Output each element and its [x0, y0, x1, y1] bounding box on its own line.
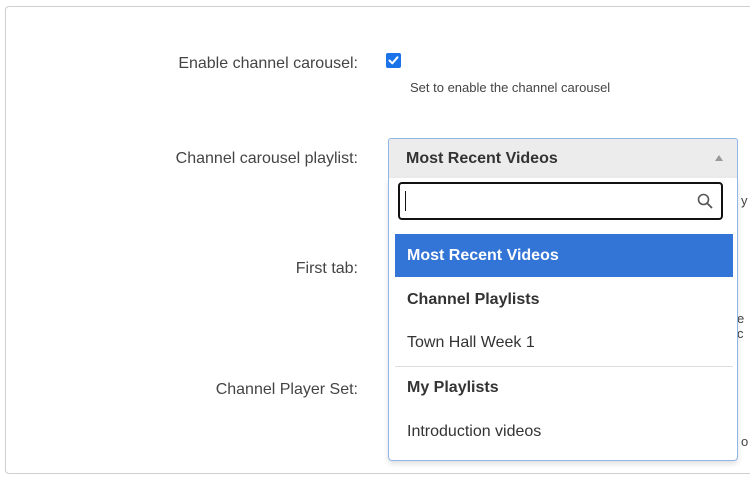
- first-tab-label: First tab:: [295, 260, 358, 277]
- obscured-hint-text: y: [741, 193, 748, 208]
- player-set-label: Channel Player Set:: [215, 381, 358, 398]
- enable-carousel-checkbox[interactable]: [386, 53, 401, 68]
- carousel-playlist-label: Channel carousel playlist:: [175, 150, 358, 167]
- carousel-playlist-select[interactable]: Most Recent Videos: [388, 138, 738, 178]
- dropdown-search-input[interactable]: [406, 190, 690, 214]
- obscured-hint-text: o: [741, 434, 749, 449]
- group-my-playlists: My Playlists: [407, 379, 499, 396]
- check-icon: [388, 56, 399, 65]
- option-most-recent-videos[interactable]: Most Recent Videos: [395, 234, 733, 277]
- option-introduction-videos[interactable]: Introduction videos: [395, 410, 733, 453]
- group-channel-playlists: Channel Playlists: [407, 291, 540, 308]
- option-town-hall-week-1[interactable]: Town Hall Week 1: [395, 321, 733, 364]
- obscured-hint-text: e c: [737, 311, 745, 341]
- playlist-dropdown: Most Recent Videos Channel Playlists Tow…: [388, 178, 738, 461]
- select-value: Most Recent Videos: [406, 150, 558, 167]
- enable-carousel-label: Enable channel carousel:: [178, 55, 358, 72]
- enable-carousel-hint: Set to enable the channel carousel: [410, 80, 611, 95]
- caret-up-icon: [715, 155, 723, 161]
- dropdown-search-box[interactable]: [398, 182, 723, 220]
- search-icon: [697, 193, 713, 209]
